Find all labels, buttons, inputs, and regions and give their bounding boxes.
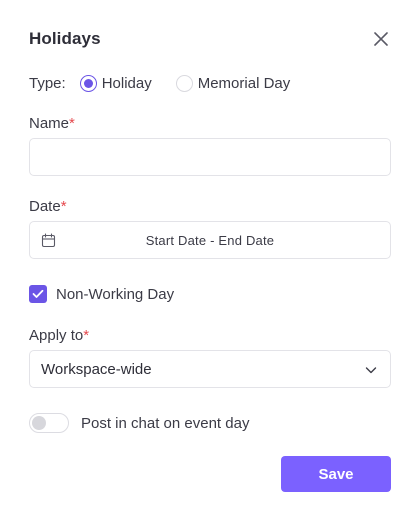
date-range-picker[interactable]: Start Date - End Date	[29, 221, 391, 259]
post-in-chat-option: Post in chat on event day	[29, 413, 249, 433]
radio-memorial-day[interactable]: Memorial Day	[175, 74, 291, 92]
required-mark: *	[69, 115, 75, 132]
name-input[interactable]	[40, 139, 380, 175]
apply-to-select[interactable]: Workspace-wide	[29, 350, 391, 388]
holidays-dialog: Holidays Type: Holiday Memorial Day Name…	[0, 0, 418, 520]
radio-holiday[interactable]: Holiday	[79, 74, 152, 92]
radio-memorial-day-indicator[interactable]	[175, 74, 193, 92]
required-mark: *	[60, 198, 67, 215]
dialog-title: Holidays	[29, 29, 101, 48]
radio-holiday-label: Holiday	[101, 74, 152, 92]
save-button[interactable]: Save	[281, 456, 391, 492]
apply-to-value: Workspace-wide	[41, 360, 152, 378]
apply-to-label: Apply to*	[29, 327, 90, 344]
non-working-day-option[interactable]: Non-Working Day	[29, 285, 174, 303]
date-label: Date*	[29, 198, 67, 215]
close-icon	[374, 32, 388, 46]
toggle-knob	[32, 416, 46, 430]
close-button[interactable]	[372, 30, 390, 48]
non-working-day-label: Non-Working Day	[56, 285, 175, 303]
non-working-day-checkbox[interactable]	[29, 285, 47, 303]
post-in-chat-toggle[interactable]	[29, 413, 69, 433]
post-in-chat-label: Post in chat on event day	[81, 414, 250, 432]
chevron-down-icon	[365, 367, 377, 374]
type-label: Type:	[29, 74, 66, 92]
type-field: Type: Holiday Memorial Day	[29, 72, 290, 94]
date-placeholder: Start Date - End Date	[145, 232, 275, 248]
name-field-wrapper	[29, 138, 391, 176]
required-mark: *	[83, 327, 90, 344]
radio-memorial-day-label: Memorial Day	[197, 74, 291, 92]
name-label: Name*	[29, 115, 75, 132]
radio-holiday-indicator[interactable]	[79, 74, 97, 92]
checkmark-icon	[32, 289, 44, 298]
